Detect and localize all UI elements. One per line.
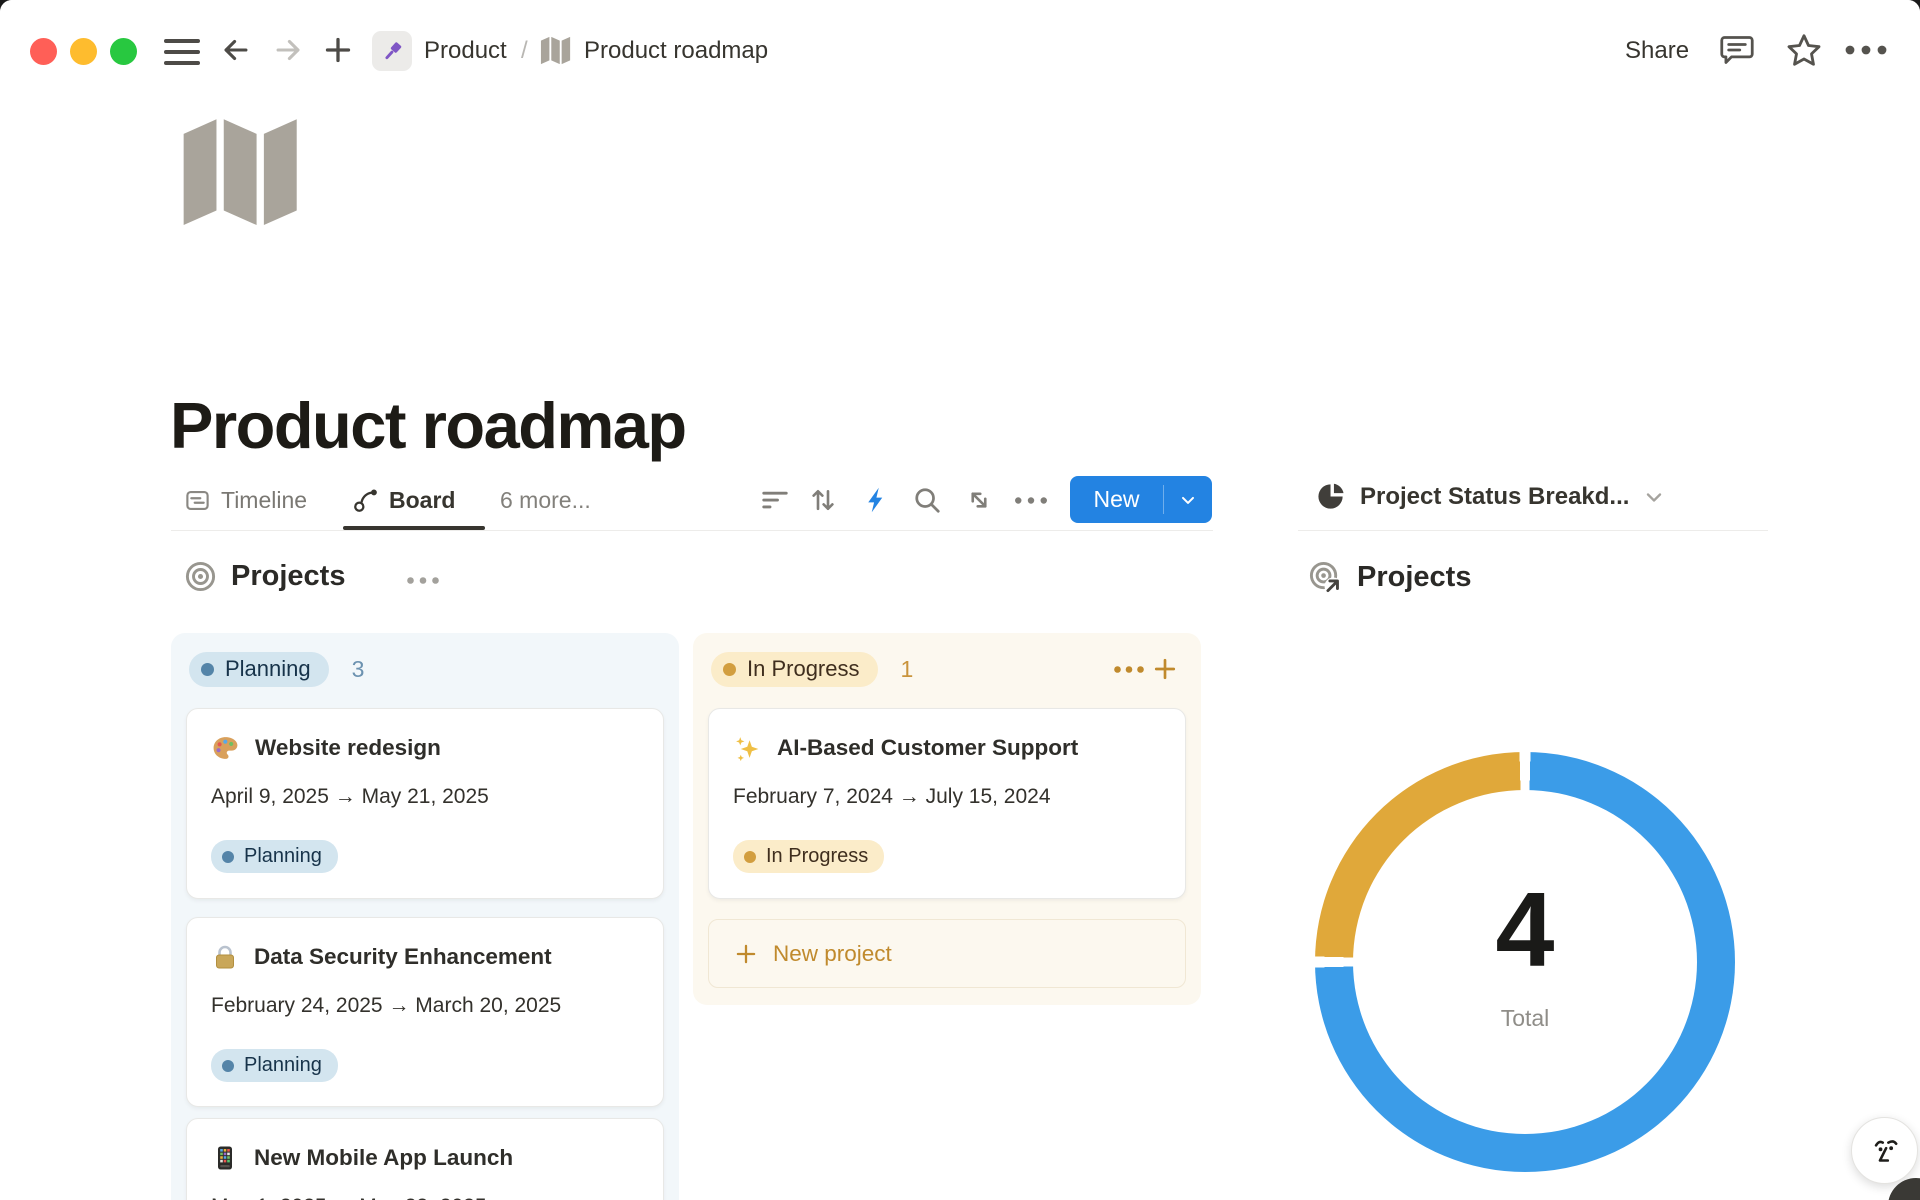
page-title: Product roadmap	[170, 388, 686, 463]
hammer-icon	[380, 39, 405, 64]
zoom-window-button[interactable]	[110, 38, 137, 65]
topbar: Product / Product roadmap Share	[0, 0, 1920, 84]
chevron-down-icon	[1642, 485, 1666, 509]
palette-icon	[211, 734, 240, 763]
map-icon	[540, 36, 572, 71]
column-more-icon[interactable]	[1111, 653, 1147, 685]
column-count: 3	[352, 656, 365, 683]
close-window-button[interactable]	[30, 38, 57, 65]
card-website-redesign[interactable]: Website redesign April 9, 2025 → May 21,…	[186, 708, 664, 899]
column-in-progress: In Progress 1 AI-Based Customer Support …	[693, 633, 1201, 1005]
new-page-icon[interactable]	[318, 30, 358, 70]
status-dot	[723, 663, 736, 676]
tab-timeline[interactable]: Timeline	[184, 480, 307, 520]
status-badge-in-progress: In Progress	[711, 652, 878, 687]
notion-window: Product / Product roadmap Share	[0, 0, 1920, 1200]
card-ai-support[interactable]: AI-Based Customer Support February 7, 20…	[708, 708, 1186, 899]
filter-icon[interactable]	[758, 483, 792, 517]
forward-icon[interactable]	[268, 30, 308, 70]
share-button[interactable]: Share	[1625, 37, 1689, 65]
board-section-title: Projects	[231, 560, 345, 593]
target-icon	[184, 560, 217, 593]
timeline-icon	[184, 487, 211, 514]
new-button-dropdown[interactable]	[1164, 490, 1212, 510]
board-section-menu[interactable]	[406, 572, 440, 590]
card-title: Website redesign	[255, 735, 441, 761]
card-data-security[interactable]: Data Security Enhancement February 24, 2…	[186, 917, 664, 1107]
comment-icon[interactable]	[1715, 30, 1759, 70]
tabbar-divider-left	[171, 530, 1213, 531]
mobile-phone-icon	[211, 1144, 239, 1172]
donut-total-label: Total	[1501, 1005, 1550, 1032]
notion-ai-button[interactable]	[1851, 1117, 1918, 1184]
active-tab-underline	[343, 526, 485, 530]
breadcrumb-page-label[interactable]: Product roadmap	[584, 37, 768, 65]
tabbar-divider-right	[1298, 530, 1768, 531]
chart-section-title: Projects	[1357, 561, 1471, 594]
expand-icon[interactable]	[962, 483, 996, 517]
page-icon-map[interactable]	[180, 118, 304, 235]
card-dates: May 1, 2025 → May 22, 2025	[211, 1194, 639, 1200]
board-icon	[352, 487, 379, 514]
status-dot	[201, 663, 214, 676]
sparkles-icon	[733, 734, 762, 763]
board-section-heading: Projects	[184, 560, 345, 593]
status-badge-planning: Planning	[189, 652, 329, 687]
sort-icon[interactable]	[806, 483, 840, 517]
sidebar-menu-icon[interactable]	[164, 39, 200, 65]
column-planning-header: Planning 3	[189, 651, 661, 687]
donut-total-value: 4	[1496, 877, 1555, 983]
new-button[interactable]: New	[1070, 476, 1212, 523]
view-more-icon[interactable]	[1014, 483, 1048, 517]
chart-view-selector[interactable]: Project Status Breakd...	[1316, 481, 1666, 512]
card-status-badge: Planning	[211, 1049, 338, 1082]
breadcrumb-workspace[interactable]	[372, 31, 412, 71]
more-views-button[interactable]: 6 more...	[500, 487, 591, 514]
new-project-button[interactable]: New project	[708, 919, 1186, 988]
pie-chart-icon	[1316, 481, 1347, 512]
card-status-badge: Planning	[211, 840, 338, 873]
chart-section-heading[interactable]: Projects	[1308, 560, 1471, 595]
tab-board[interactable]: Board	[352, 480, 455, 520]
card-status-badge: In Progress	[733, 840, 884, 873]
plus-icon	[733, 941, 759, 967]
lock-icon	[211, 943, 239, 971]
card-dates: April 9, 2025 → May 21, 2025	[211, 784, 639, 810]
card-title: New Mobile App Launch	[254, 1145, 513, 1171]
column-add-icon[interactable]	[1147, 653, 1183, 685]
automation-icon[interactable]	[860, 483, 894, 517]
column-planning: Planning 3 Website redesign April 9, 202…	[171, 633, 679, 1200]
card-title: Data Security Enhancement	[254, 944, 552, 970]
column-count: 1	[901, 656, 914, 683]
breadcrumb-workspace-label[interactable]: Product	[424, 37, 507, 65]
minimize-window-button[interactable]	[70, 38, 97, 65]
more-icon[interactable]	[1844, 30, 1888, 70]
chevron-down-icon	[1178, 490, 1198, 510]
linked-target-icon	[1308, 560, 1343, 595]
breadcrumb-separator: /	[521, 37, 528, 65]
donut-center: 4 Total	[1315, 752, 1735, 1172]
search-icon[interactable]	[910, 483, 944, 517]
column-in-progress-header: In Progress 1	[711, 651, 1183, 687]
back-icon[interactable]	[216, 30, 256, 70]
star-icon[interactable]	[1782, 30, 1826, 70]
ai-face-icon	[1866, 1132, 1904, 1170]
card-title: AI-Based Customer Support	[777, 735, 1078, 761]
card-dates: February 24, 2025 → March 20, 2025	[211, 993, 639, 1019]
card-mobile-app[interactable]: New Mobile App Launch May 1, 2025 → May …	[186, 1118, 664, 1200]
card-dates: February 7, 2024 → July 15, 2024	[733, 784, 1161, 810]
